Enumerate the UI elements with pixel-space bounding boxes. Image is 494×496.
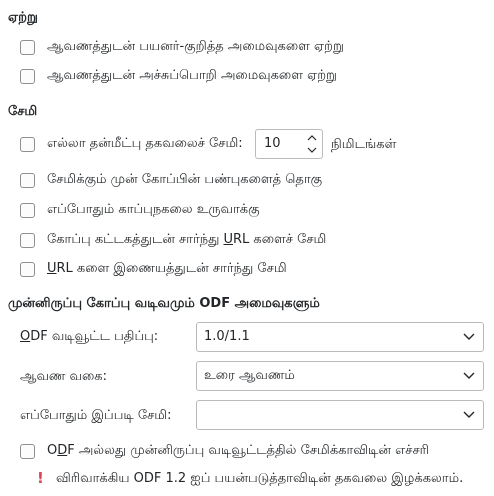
odf-version-dropdown[interactable]: 1.0/1.1 — [196, 322, 484, 352]
relative-filesystem-urls-option[interactable]: கோப்பு கட்டகத்துடன் சார்ந்து URL களைச் ச… — [20, 229, 326, 251]
load-printer-settings-option[interactable]: ஆவணத்துடன் அச்சுப்பொறி அமைவுகளை ஏற்று — [20, 65, 337, 87]
autosave-label: எல்லா தன்மீட்பு தகவலைச் சேமி: — [47, 136, 243, 151]
autosave-unit-label: நிமிடங்கள் — [331, 137, 397, 152]
autosave-checkbox[interactable] — [20, 136, 35, 152]
document-type-value: உரை ஆவணம் — [204, 368, 295, 383]
load-printer-settings-label: ஆவணத்துடன் அச்சுப்பொறி அமைவுகளை ஏற்று — [47, 68, 337, 83]
autosave-option[interactable]: எல்லா தன்மீட்பு தகவலைச் சேமி: — [20, 133, 243, 155]
odf-warning-text: விரிவாக்கிய ODF 1.2 ஐப் பயன்படுத்தாவிடின… — [56, 471, 464, 486]
always-backup-checkbox[interactable] — [20, 202, 35, 218]
relative-filesystem-urls-label: கோப்பு கட்டகத்துடன் சார்ந்து URL களைச் ச… — [47, 232, 327, 247]
relative-internet-urls-checkbox[interactable] — [20, 261, 35, 277]
warn-non-odf-label: ODF அல்லது முன்னிருப்பு வடிவூட்டத்தில் ச… — [47, 443, 430, 458]
chevron-down-icon — [463, 411, 475, 418]
defaults-section-title: முன்னிருப்பு கோப்பு வடிவமும் ODF அமைவுகள… — [8, 296, 320, 311]
warn-non-odf-checkbox[interactable] — [20, 443, 35, 459]
always-backup-option[interactable]: எப்போதும் காப்புநகலை உருவாக்கு — [20, 199, 260, 221]
always-save-as-label: எப்போதும் இப்படி சேமி: — [20, 408, 172, 423]
odf-version-value: 1.0/1.1 — [204, 329, 250, 344]
warn-non-odf-option[interactable]: ODF அல்லது முன்னிருப்பு வடிவூட்டத்தில் ச… — [20, 440, 429, 462]
odf-version-label: ODF வடிவூட்ட பதிப்பு: — [20, 329, 159, 344]
always-backup-label: எப்போதும் காப்புநகலை உருவாக்கு — [47, 202, 260, 217]
load-user-settings-option[interactable]: ஆவணத்துடன் பயனர்-குறித்த அமைவுகளை ஏற்று — [20, 36, 344, 58]
autosave-minutes-spinbox[interactable]: 10 — [255, 129, 323, 159]
save-section-title: சேமி — [8, 104, 38, 119]
edit-properties-label: சேமிக்கும் முன் கோப்பின் பண்புகளைத் தொகு — [47, 172, 323, 187]
chevron-down-icon — [463, 333, 475, 340]
relative-internet-urls-label: URL களை இணையத்துடன் சார்ந்து சேமி — [47, 261, 287, 276]
load-user-settings-checkbox[interactable] — [20, 39, 35, 55]
load-user-settings-label: ஆவணத்துடன் பயனர்-குறித்த அமைவுகளை ஏற்று — [47, 39, 344, 54]
chevron-down-icon — [463, 372, 475, 379]
relative-filesystem-urls-checkbox[interactable] — [20, 232, 35, 248]
exclamation-icon: ! — [37, 469, 44, 487]
load-section-title: ஏற்று — [8, 10, 38, 25]
spin-arrows-icon[interactable] — [306, 132, 318, 156]
edit-properties-checkbox[interactable] — [20, 172, 35, 188]
relative-internet-urls-option[interactable]: URL களை இணையத்துடன் சார்ந்து சேமி — [20, 258, 287, 280]
always-save-as-dropdown[interactable] — [196, 400, 484, 430]
autosave-minutes-value[interactable]: 10 — [264, 136, 281, 151]
load-printer-settings-checkbox[interactable] — [20, 68, 35, 84]
document-type-label: ஆவண வகை: — [20, 369, 107, 384]
edit-properties-option[interactable]: சேமிக்கும் முன் கோப்பின் பண்புகளைத் தொகு — [20, 169, 322, 191]
document-type-dropdown[interactable]: உரை ஆவணம் — [196, 361, 484, 391]
